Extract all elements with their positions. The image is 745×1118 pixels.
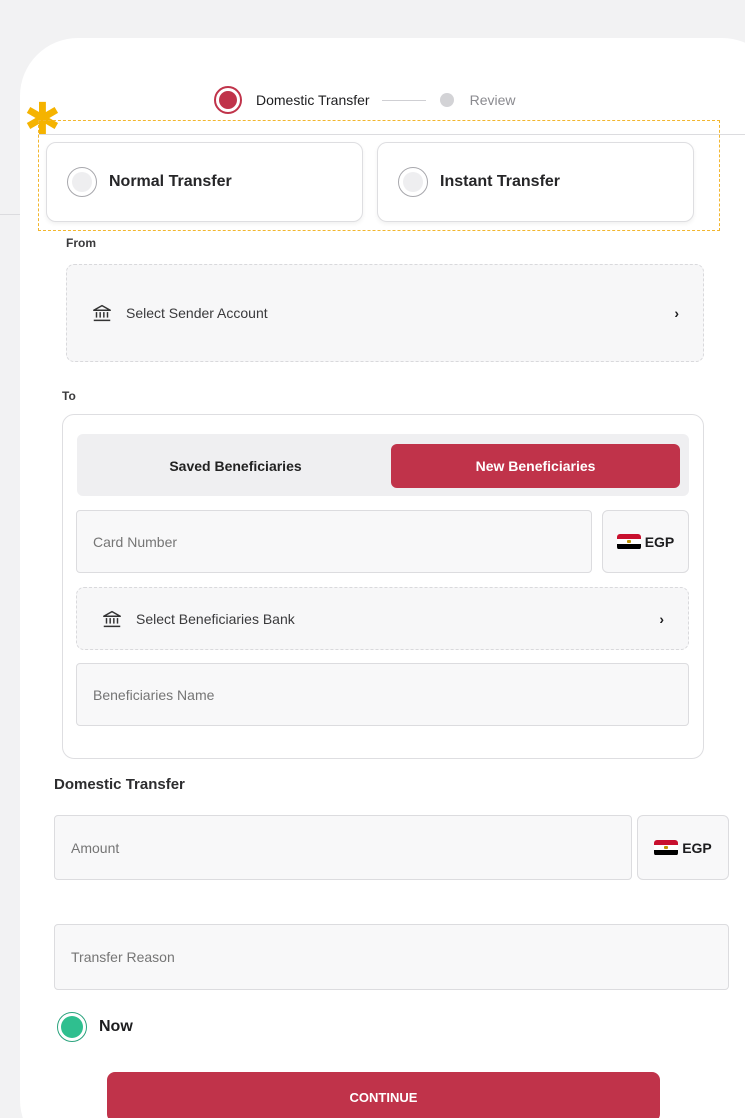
egypt-flag-icon xyxy=(654,839,679,856)
instant-transfer-label: Instant Transfer xyxy=(440,173,561,190)
to-label: To xyxy=(62,389,76,403)
beneficiary-tabs: Saved Beneficiaries New Beneficiaries xyxy=(77,434,689,496)
transfer-reason-input[interactable] xyxy=(54,924,729,990)
step-label-review: Review xyxy=(469,92,516,108)
sender-account-select[interactable]: Select Sender Account › xyxy=(66,264,704,362)
instant-transfer-option[interactable]: Instant Transfer xyxy=(377,142,694,222)
domestic-transfer-heading: Domestic Transfer xyxy=(54,776,185,793)
amount-input[interactable] xyxy=(54,815,632,880)
step-active-indicator xyxy=(214,86,242,114)
step-inactive-indicator xyxy=(439,93,454,107)
radio-icon[interactable] xyxy=(398,167,428,197)
chevron-right-icon: › xyxy=(674,305,679,321)
normal-transfer-label: Normal Transfer xyxy=(109,173,232,190)
schedule-now-option[interactable]: Now xyxy=(57,1012,133,1042)
amount-currency-selector[interactable]: EGP xyxy=(637,815,729,880)
card-currency-label: EGP xyxy=(644,533,675,550)
from-label: From xyxy=(66,236,96,250)
tab-saved-beneficiaries[interactable]: Saved Beneficiaries xyxy=(91,444,380,488)
chevron-right-icon: › xyxy=(659,610,664,627)
now-label: Now xyxy=(99,1018,133,1035)
beneficiary-bank-placeholder: Select Beneficiaries Bank xyxy=(136,610,295,627)
bank-icon xyxy=(103,610,121,627)
tab-new-beneficiaries[interactable]: New Beneficiaries xyxy=(391,444,680,488)
bank-icon xyxy=(93,304,111,322)
card-number-input[interactable] xyxy=(76,510,592,573)
radio-icon[interactable] xyxy=(67,167,97,197)
egypt-flag-icon xyxy=(616,533,641,550)
step-label-domestic: Domestic Transfer xyxy=(256,92,370,108)
continue-button[interactable]: CONTINUE xyxy=(107,1072,660,1118)
left-divider xyxy=(0,214,20,215)
sender-account-placeholder: Select Sender Account xyxy=(126,305,268,321)
beneficiary-bank-select[interactable]: Select Beneficiaries Bank › xyxy=(76,587,689,650)
step-connector xyxy=(381,99,426,101)
normal-transfer-option[interactable]: Normal Transfer xyxy=(46,142,363,222)
radio-selected-icon[interactable] xyxy=(57,1012,87,1042)
stepper: Domestic Transfer Review xyxy=(214,86,516,114)
card-currency-selector[interactable]: EGP xyxy=(602,510,689,573)
beneficiary-name-input[interactable] xyxy=(76,663,689,726)
amount-currency-label: EGP xyxy=(682,839,712,856)
